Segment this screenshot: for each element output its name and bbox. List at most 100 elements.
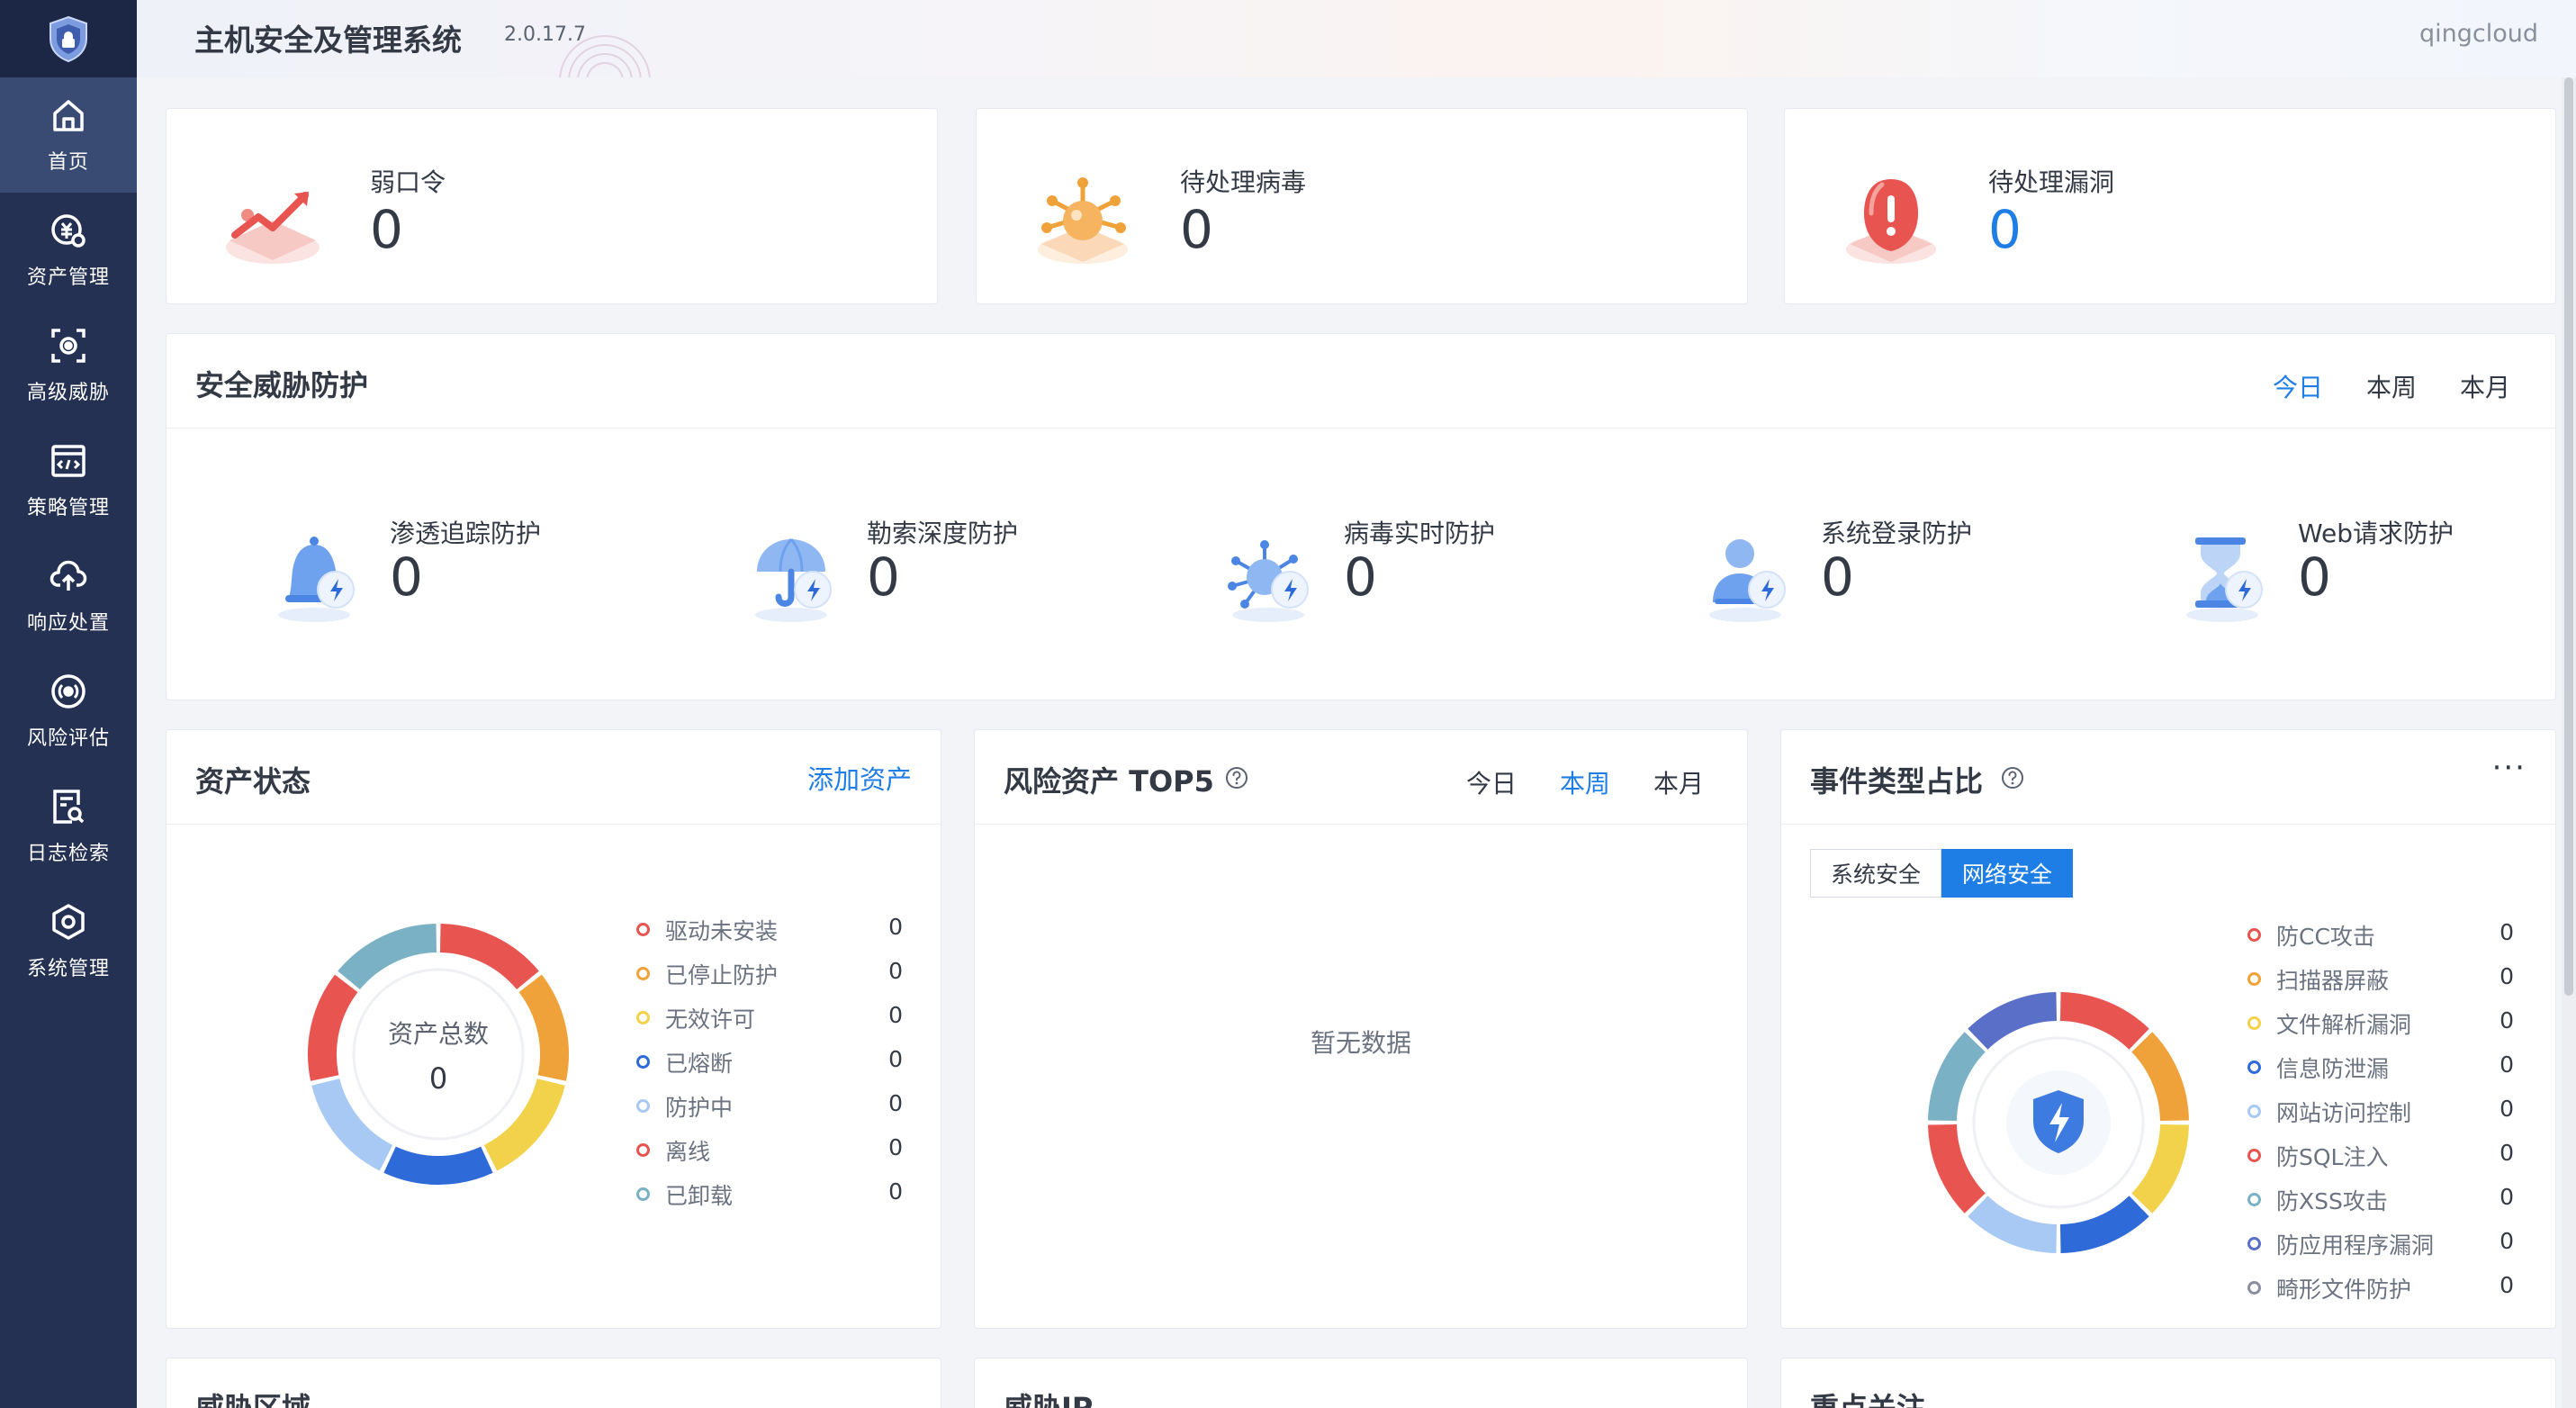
legend-item[interactable]: 文件解析漏洞 0 <box>2247 1007 2514 1051</box>
legend-name: 畸形文件防护 <box>2276 1277 2412 1303</box>
legend-item[interactable]: 驱动未安装 0 <box>636 914 903 958</box>
page-scrollbar[interactable] <box>2562 77 2576 1408</box>
legend-name: 文件解析漏洞 <box>2276 1012 2412 1038</box>
protection-item-web[interactable]: Web请求防护 0 <box>2168 514 2576 658</box>
legend-item[interactable]: 畸形文件防护 0 <box>2247 1272 2514 1316</box>
help-icon[interactable] <box>2001 766 2024 790</box>
sidebar-item-system[interactable]: 系统管理 <box>0 884 137 999</box>
legend-item[interactable]: 已卸载 0 <box>636 1178 903 1223</box>
legend-value: 0 <box>2499 1272 2514 1298</box>
donut-segment[interactable] <box>2130 1032 2189 1122</box>
segment-network-security[interactable]: 网络安全 <box>1941 849 2074 898</box>
legend-item[interactable]: 防CC攻击 0 <box>2247 919 2514 963</box>
donut-segment[interactable] <box>2059 1195 2149 1253</box>
legend-item[interactable]: 已停止防护 0 <box>636 958 903 1002</box>
sidebar-item-assets[interactable]: 资产管理 <box>0 193 137 308</box>
card-title: 资产状态 <box>195 764 311 799</box>
stat-value: 0 <box>1988 199 2022 260</box>
legend-value: 0 <box>888 1002 903 1028</box>
sidebar-item-risk[interactable]: 风险评估 <box>0 654 137 769</box>
stat-card-weak-password[interactable]: 弱口令 0 <box>166 108 938 304</box>
top-header: 主机安全及管理系统 2.0.17.7 qingcloud <box>137 0 2576 77</box>
legend-dot-icon <box>636 1055 650 1069</box>
protection-value: 0 <box>390 546 423 608</box>
threat-region-card: 威胁区域 <box>166 1358 941 1408</box>
protection-item-penetration[interactable]: 渗透追踪防护 0 <box>260 514 674 658</box>
legend-item[interactable]: 防SQL注入 0 <box>2247 1140 2514 1184</box>
protection-item-ransomware[interactable]: 勒索深度防护 0 <box>737 514 1151 658</box>
protection-label: 病毒实时防护 <box>1344 519 1496 548</box>
tenant-name[interactable]: qingcloud <box>2419 20 2538 48</box>
tab-week[interactable]: 本周 <box>1560 764 1610 800</box>
legend-name: 信息防泄漏 <box>2276 1056 2390 1082</box>
legend-item[interactable]: 无效许可 0 <box>636 1002 903 1046</box>
tab-today[interactable]: 今日 <box>2273 368 2323 404</box>
legend-dot-icon <box>636 1143 650 1157</box>
donut-center: 资产总数 0 <box>294 1015 582 1096</box>
legend-value: 0 <box>888 1090 903 1116</box>
legend-dot-icon <box>2247 1237 2261 1250</box>
legend-item[interactable]: 防XSS攻击 0 <box>2247 1184 2514 1228</box>
tab-week[interactable]: 本周 <box>2366 368 2417 404</box>
legend-item[interactable]: 离线 0 <box>636 1134 903 1178</box>
range-tabs: 今日 本周 本月 <box>2273 368 2510 404</box>
sidebar-item-home[interactable]: 首页 <box>0 77 137 193</box>
legend-dot-icon <box>636 967 650 980</box>
legend-item[interactable]: 网站访问控制 0 <box>2247 1096 2514 1140</box>
focus-card: 重点关注 <box>1780 1358 2556 1408</box>
home-icon <box>53 100 84 131</box>
legend-dot-icon <box>636 1099 650 1113</box>
legend-value: 0 <box>888 1046 903 1072</box>
sidebar: 首页 资产管理 高级威胁 策略管理 响应处置 风险评估 日志检索 系统管理 <box>0 0 137 1408</box>
legend-item[interactable]: 信息防泄漏 0 <box>2247 1051 2514 1096</box>
donut-segment[interactable] <box>1968 1195 2058 1253</box>
protection-value: 0 <box>867 546 900 608</box>
protection-item-login[interactable]: 系统登录防护 0 <box>1691 514 2105 658</box>
alert-shield-icon <box>1846 179 1936 264</box>
app-version: 2.0.17.7 <box>504 23 586 46</box>
segment-system-security[interactable]: 系统安全 <box>1810 849 1942 898</box>
stat-card-virus[interactable]: 待处理病毒 0 <box>976 108 1748 304</box>
sidebar-item-threats[interactable]: 高级威胁 <box>0 308 137 423</box>
divider <box>975 824 1747 825</box>
virus-icon <box>1038 177 1128 264</box>
tab-month[interactable]: 本月 <box>2460 368 2510 404</box>
protection-item-virus[interactable]: 病毒实时防护 0 <box>1214 514 1628 658</box>
app-logo[interactable] <box>0 0 137 77</box>
more-button[interactable]: ··· <box>2492 750 2526 786</box>
scrollbar-thumb[interactable] <box>2564 77 2573 996</box>
protection-value: 0 <box>1344 546 1377 608</box>
stat-value: 0 <box>370 199 403 260</box>
hourglass-icon <box>2186 537 2263 622</box>
virus-shield-icon <box>1228 540 1309 622</box>
donut-segment[interactable] <box>1928 1124 1986 1214</box>
legend-name: 无效许可 <box>665 1006 756 1033</box>
protection-label: 勒索深度防护 <box>867 519 1019 548</box>
protection-items: 渗透追踪防护 0 勒索深度防护 0 病毒实时防护 0 系统登录防护 0 Web请… <box>167 428 2557 701</box>
donut-segment[interactable] <box>2059 992 2149 1051</box>
donut-segment[interactable] <box>2130 1124 2189 1214</box>
legend-item[interactable]: 扫描器屏蔽 0 <box>2247 963 2514 1007</box>
add-asset-link[interactable]: 添加资产 <box>807 759 912 797</box>
donut-segment[interactable] <box>383 1146 493 1185</box>
sidebar-item-label: 资产管理 <box>26 266 110 289</box>
tab-month[interactable]: 本月 <box>1653 764 1704 800</box>
sidebar-item-response[interactable]: 响应处置 <box>0 538 137 654</box>
legend-item[interactable]: 已熔断 0 <box>636 1046 903 1090</box>
sidebar-item-logs[interactable]: 日志检索 <box>0 769 137 884</box>
legend-item[interactable]: 防应用程序漏洞 0 <box>2247 1228 2514 1272</box>
sidebar-item-policy[interactable]: 策略管理 <box>0 423 137 538</box>
legend-name: 已熔断 <box>665 1051 734 1077</box>
sidebar-item-label: 首页 <box>47 151 89 174</box>
donut-segment[interactable] <box>1968 992 2058 1051</box>
tab-today[interactable]: 今日 <box>1466 764 1517 800</box>
sidebar-item-label: 风险评估 <box>26 727 110 750</box>
legend-item[interactable]: 防护中 0 <box>636 1090 903 1134</box>
umbrella-icon <box>755 538 832 622</box>
sidebar-item-label: 策略管理 <box>26 497 110 519</box>
help-icon[interactable] <box>1225 766 1248 790</box>
protection-value: 0 <box>1821 546 1854 608</box>
donut-segment[interactable] <box>1928 1032 1986 1122</box>
threat-ip-card: 威胁IP <box>974 1358 1748 1408</box>
stat-card-vulnerability[interactable]: 待处理漏洞 0 <box>1784 108 2556 304</box>
